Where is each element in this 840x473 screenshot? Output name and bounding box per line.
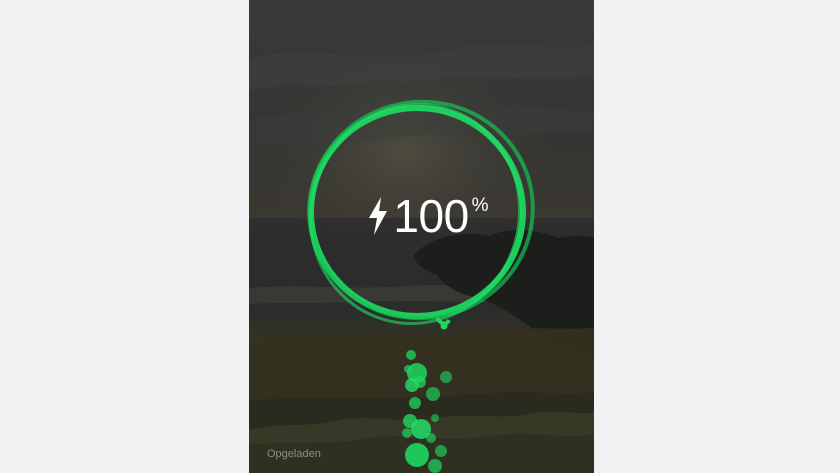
- lightning-bolt-icon: [369, 197, 388, 235]
- battery-percentage-unit: %: [471, 195, 489, 216]
- battery-percentage-value: 100: [393, 190, 469, 242]
- charging-particles: [402, 350, 452, 473]
- charging-status-text: Opgeladen: [267, 448, 321, 460]
- battery-level-readout: 100 %: [353, 186, 503, 246]
- phone-lock-screen: 100 % Opgeladen: [249, 0, 594, 473]
- page: 100 % Opgeladen: [0, 0, 840, 473]
